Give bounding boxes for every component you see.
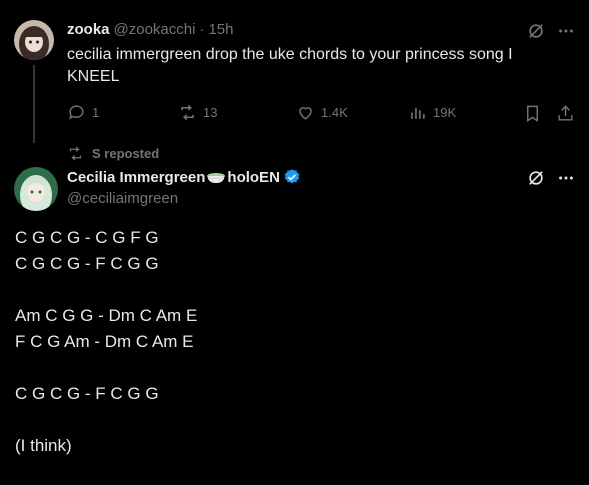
handle[interactable]: @zookacchi — [114, 21, 196, 38]
bookmark-icon — [526, 105, 538, 122]
like-count: 1.4K — [321, 105, 348, 120]
views-button[interactable]: 19K — [408, 103, 456, 122]
tea-emoji-icon — [206, 168, 226, 186]
thread-line — [33, 65, 35, 143]
tweet-line: Am C G G - Dm C Am E — [15, 306, 198, 325]
repost-label: S reposted — [67, 145, 159, 162]
repost-icon — [69, 146, 82, 161]
heart-icon — [299, 107, 312, 120]
tweet-line: (I think) — [15, 436, 72, 455]
tweet-line: C G C G - F C G G — [15, 254, 159, 273]
repost-count: 13 — [203, 105, 218, 120]
timestamp[interactable]: 15h — [208, 21, 233, 38]
verified-badge-icon[interactable] — [283, 168, 301, 186]
tweet-line: C G C G - C G F G — [15, 228, 159, 247]
analytics-icon — [411, 107, 425, 119]
avatar-cecilia[interactable] — [14, 167, 58, 211]
view-count: 19K — [433, 105, 457, 120]
reply-icon — [69, 105, 84, 120]
reply-count: 1 — [92, 105, 100, 120]
more-icon[interactable] — [556, 21, 576, 41]
tweet-line — [15, 407, 575, 433]
display-name[interactable]: zooka — [67, 21, 110, 38]
reply-tweet-header: zooka @zookacchi · 15h — [67, 21, 233, 38]
main-tweet-text: C G C G - C G F G C G C G - F C G G Am C… — [15, 225, 575, 459]
avatar-zooka[interactable] — [14, 20, 54, 60]
tweet-line: C G C G - F C G G — [15, 384, 159, 403]
share-icon — [557, 104, 573, 121]
repost-label-text[interactable]: S reposted — [92, 146, 159, 161]
reply-button[interactable]: 1 — [67, 103, 99, 122]
like-button[interactable]: 1.4K — [296, 103, 348, 122]
share-button[interactable] — [555, 103, 575, 123]
repost-icon — [181, 104, 194, 121]
repost-button[interactable]: 13 — [178, 103, 217, 122]
main-tweet-header: Cecilia Immergreen holoEN — [67, 168, 301, 186]
display-name-suffix[interactable]: holoEN — [227, 169, 280, 186]
handle[interactable]: @ceciliaimgreen — [67, 190, 178, 207]
display-name[interactable]: Cecilia Immergreen — [67, 169, 205, 186]
reply-text-line-2: KNEEL — [67, 68, 120, 85]
more-icon[interactable] — [556, 168, 576, 188]
grok-icon[interactable] — [526, 21, 546, 41]
reply-text-line-1: cecilia immergreen drop the uke chords t… — [67, 46, 513, 63]
separator: · — [199, 21, 205, 38]
reply-tweet-text: cecilia immergreen drop the uke chords t… — [67, 44, 577, 88]
tweet-line: F C G Am - Dm C Am E — [15, 332, 194, 351]
tweet-line — [15, 277, 575, 303]
bookmark-button[interactable] — [522, 103, 542, 123]
tweet-line — [15, 355, 575, 381]
grok-icon[interactable] — [526, 168, 546, 188]
